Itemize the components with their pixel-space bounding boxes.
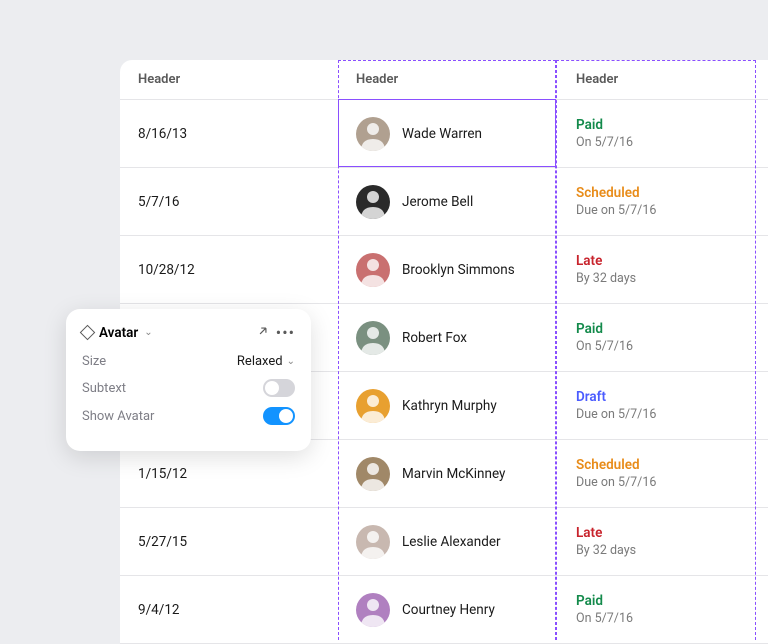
property-toggle[interactable] <box>263 407 295 425</box>
name-cell: Kathryn Murphy <box>338 377 558 435</box>
more-options-icon[interactable]: ••• <box>276 323 295 342</box>
external-link-icon[interactable] <box>256 324 270 342</box>
avatar <box>356 389 390 423</box>
person-name: Robert Fox <box>402 330 467 346</box>
status-badge: Scheduled <box>576 457 640 473</box>
status-cell: Scheduled Due on 5/7/16 <box>558 445 758 502</box>
name-cell: Courtney Henry <box>338 581 558 639</box>
person-name: Wade Warren <box>402 126 482 142</box>
name-cell: Wade Warren <box>338 105 558 163</box>
date-cell: 8/16/13 <box>120 114 338 154</box>
status-badge: Late <box>576 525 602 541</box>
name-cell: Jerome Bell <box>338 173 558 231</box>
person-name: Kathryn Murphy <box>402 398 497 414</box>
status-badge: Scheduled <box>576 185 640 201</box>
table-row[interactable]: 5/7/16 Jerome Bell Scheduled Due on 5/7/16 <box>120 168 768 236</box>
status-cell: Paid On 5/7/16 <box>558 105 758 162</box>
column-header[interactable]: Header <box>338 60 558 99</box>
person-name: Jerome Bell <box>402 194 473 210</box>
status-badge: Paid <box>576 593 603 609</box>
property-label: Subtext <box>82 381 126 396</box>
table-row[interactable]: 5/27/15 Leslie Alexander Late By 32 days <box>120 508 768 576</box>
component-inspector-panel: Avatar ⌄ ••• Size Relaxed ⌄ Subtext Show Av… <box>66 309 311 451</box>
property-select[interactable]: Relaxed ⌄ <box>237 354 295 369</box>
component-icon <box>80 325 96 341</box>
panel-title: Avatar <box>99 325 138 341</box>
status-subtext: By 32 days <box>576 271 636 286</box>
status-cell: Late By 32 days <box>558 513 758 570</box>
property-label: Size <box>82 354 106 369</box>
chevron-down-icon[interactable]: ⌄ <box>144 327 152 338</box>
status-badge: Paid <box>576 321 603 337</box>
property-row: Subtext <box>82 379 295 397</box>
date-cell: 10/28/12 <box>120 250 338 290</box>
table-row[interactable]: 8/16/13 Wade Warren Paid On 5/7/16 <box>120 100 768 168</box>
table-header-row: Header Header Header <box>120 60 768 100</box>
date-cell: 1/15/12 <box>120 454 338 494</box>
status-subtext: On 5/7/16 <box>576 135 633 150</box>
status-badge: Late <box>576 253 602 269</box>
status-subtext: By 32 days <box>576 543 636 558</box>
status-subtext: On 5/7/16 <box>576 339 633 354</box>
avatar <box>356 525 390 559</box>
status-cell: Scheduled Due on 5/7/16 <box>558 173 758 230</box>
table-row[interactable]: 9/4/12Courtney HenryPaidOn 5/7/16 <box>120 576 768 644</box>
status-cell: Late By 32 days <box>558 241 758 298</box>
date-cell: 5/27/15 <box>120 522 338 562</box>
person-name: Marvin McKinney <box>402 466 505 482</box>
status-cell: Paid On 5/7/16 <box>558 309 758 366</box>
property-row: Show Avatar <box>82 407 295 425</box>
property-row: Size Relaxed ⌄ <box>82 354 295 369</box>
person-name: Leslie Alexander <box>402 534 501 550</box>
column-header[interactable]: Header <box>558 60 758 99</box>
avatar <box>356 185 390 219</box>
name-cell: Marvin McKinney <box>338 445 558 503</box>
name-cell: Brooklyn Simmons <box>338 241 558 299</box>
property-label: Show Avatar <box>82 409 154 424</box>
status-cell: Draft Due on 5/7/16 <box>558 377 758 434</box>
panel-header: Avatar ⌄ ••• <box>82 323 295 342</box>
status-subtext: Due on 5/7/16 <box>576 203 656 218</box>
status-badge: Draft <box>576 389 606 405</box>
name-cell: Robert Fox <box>338 309 558 367</box>
avatar <box>356 117 390 151</box>
avatar <box>356 253 390 287</box>
table-row[interactable]: 10/28/12 Brooklyn Simmons Late By 32 days <box>120 236 768 304</box>
property-toggle[interactable] <box>263 379 295 397</box>
status-cell: PaidOn 5/7/16 <box>558 581 758 638</box>
name-cell: Leslie Alexander <box>338 513 558 571</box>
person-name: Courtney Henry <box>402 602 495 618</box>
person-name: Brooklyn Simmons <box>402 262 515 278</box>
chevron-down-icon: ⌄ <box>287 356 295 367</box>
avatar <box>356 457 390 491</box>
date-cell: 5/7/16 <box>120 182 338 222</box>
column-header[interactable]: Header <box>120 60 338 99</box>
status-badge: Paid <box>576 117 603 133</box>
avatar <box>356 593 390 627</box>
status-subtext: Due on 5/7/16 <box>576 407 656 422</box>
avatar <box>356 321 390 355</box>
status-subtext: Due on 5/7/16 <box>576 475 656 490</box>
